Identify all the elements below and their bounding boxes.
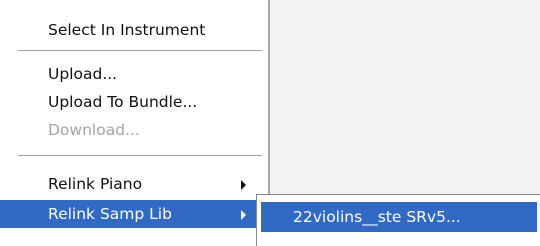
submenu-item-label: 22violins__ste SRv5... [293, 208, 461, 226]
screen: Select In Instrument Upload... Upload To… [0, 0, 540, 246]
submenu-item-22violins[interactable]: 22violins__ste SRv5... [261, 202, 537, 232]
menu-item-label: Upload To Bundle... [48, 93, 198, 111]
menu-item-select-in-instrument[interactable]: Select In Instrument [0, 16, 268, 44]
menu-item-label: Relink Samp Lib [48, 205, 172, 223]
menu-item-label: Upload... [48, 65, 118, 83]
menu-item-upload-to-bundle[interactable]: Upload To Bundle... [0, 88, 268, 116]
menu-item-download: Download... [0, 116, 268, 144]
context-menu: Select In Instrument Upload... Upload To… [0, 0, 270, 246]
menu-item-label: Select In Instrument [48, 21, 206, 39]
menu-item-label: Download... [48, 121, 140, 139]
menu-item-relink-piano[interactable]: Relink Piano [0, 170, 268, 198]
menu-item-upload[interactable]: Upload... [0, 60, 268, 88]
menu-separator [18, 155, 262, 157]
menu-separator [18, 50, 262, 52]
menu-item-label: Relink Piano [48, 175, 143, 193]
chevron-right-icon [241, 210, 246, 220]
chevron-right-icon [241, 180, 246, 190]
menu-item-relink-samp-lib[interactable]: Relink Samp Lib [0, 200, 268, 228]
submenu: 22violins__ste SRv5... [256, 194, 540, 246]
